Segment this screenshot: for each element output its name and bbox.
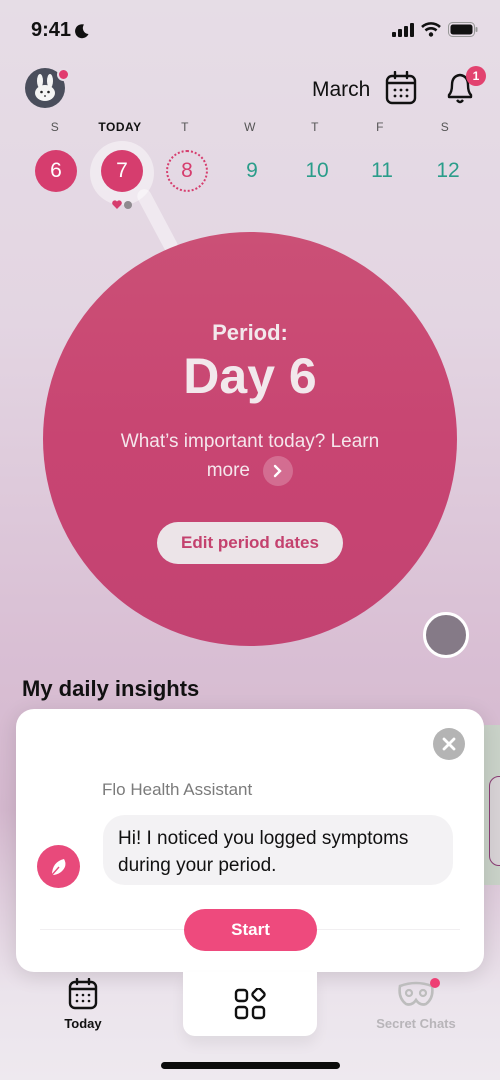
close-icon xyxy=(442,737,456,751)
day[interactable]: 10 xyxy=(296,150,338,192)
day-today[interactable]: 7 xyxy=(101,150,143,192)
day-predicted-period[interactable]: 8 xyxy=(166,150,208,192)
chevron-right-icon xyxy=(274,464,282,478)
tab-label: Today xyxy=(64,1016,102,1031)
floating-assistant-bubble[interactable] xyxy=(423,612,469,658)
clock: 9:41 xyxy=(31,19,72,41)
today-markers xyxy=(112,200,132,209)
moon-icon xyxy=(75,23,89,38)
tab-secret-chats[interactable]: Secret Chats xyxy=(351,980,481,1031)
month-label[interactable]: March xyxy=(312,78,370,102)
battery-icon xyxy=(448,22,478,37)
weekday-label: T xyxy=(181,120,189,134)
calendar-button[interactable] xyxy=(385,70,417,105)
wifi-icon xyxy=(421,22,441,37)
assistant-message-bubble: Hi! I noticed you logged symptoms during… xyxy=(103,815,453,885)
avatar-notification-dot xyxy=(57,68,70,81)
tab-label: Secret Chats xyxy=(376,1016,456,1031)
day-period[interactable]: 6 xyxy=(35,150,77,192)
day[interactable]: 11 xyxy=(361,150,403,192)
feather-icon xyxy=(49,858,65,876)
weekday-label: T xyxy=(311,120,319,134)
day[interactable]: 12 xyxy=(427,150,469,192)
learn-more-text: What’s important today? Learn more xyxy=(120,431,380,482)
apps-grid-icon xyxy=(234,988,266,1020)
learn-more-chevron-button[interactable] xyxy=(263,456,294,486)
insight-card-peek-inner xyxy=(489,776,500,866)
secret-chats-notification-dot xyxy=(430,978,440,988)
calendar-icon xyxy=(68,978,98,1010)
insights-title: My daily insights xyxy=(22,676,200,701)
period-label: Period: xyxy=(212,320,288,345)
notification-badge: 1 xyxy=(466,66,486,86)
heart-icon xyxy=(112,200,122,209)
bunny-avatar-icon xyxy=(35,74,55,101)
close-popup-button[interactable] xyxy=(433,728,465,760)
status-bar: 9:41 xyxy=(0,0,500,60)
day[interactable]: 9 xyxy=(231,150,273,192)
assistant-avatar xyxy=(37,845,80,888)
weekday-label-today: TODAY xyxy=(98,120,142,134)
assistant-sender-name: Flo Health Assistant xyxy=(102,780,253,799)
today-pointer xyxy=(134,186,181,256)
learn-more-link[interactable]: What’s important today? Learn more xyxy=(100,428,400,486)
home-indicator[interactable] xyxy=(161,1062,340,1069)
signal-icon xyxy=(392,22,414,37)
weekday-label: S xyxy=(50,120,60,134)
weekday-label: W xyxy=(244,120,256,134)
period-day: Day 6 xyxy=(183,348,317,404)
status-icons xyxy=(392,22,478,37)
status-time: 9:41 xyxy=(31,19,90,42)
tab-apps[interactable] xyxy=(183,972,317,1036)
edit-period-dates-button[interactable]: Edit period dates xyxy=(157,522,343,564)
calendar-icon xyxy=(385,70,417,105)
start-button[interactable]: Start xyxy=(184,909,317,951)
dot-icon xyxy=(124,200,132,209)
weekday-label: S xyxy=(440,120,450,134)
tab-today[interactable]: Today xyxy=(18,978,148,1031)
weekday-label: F xyxy=(376,120,384,134)
